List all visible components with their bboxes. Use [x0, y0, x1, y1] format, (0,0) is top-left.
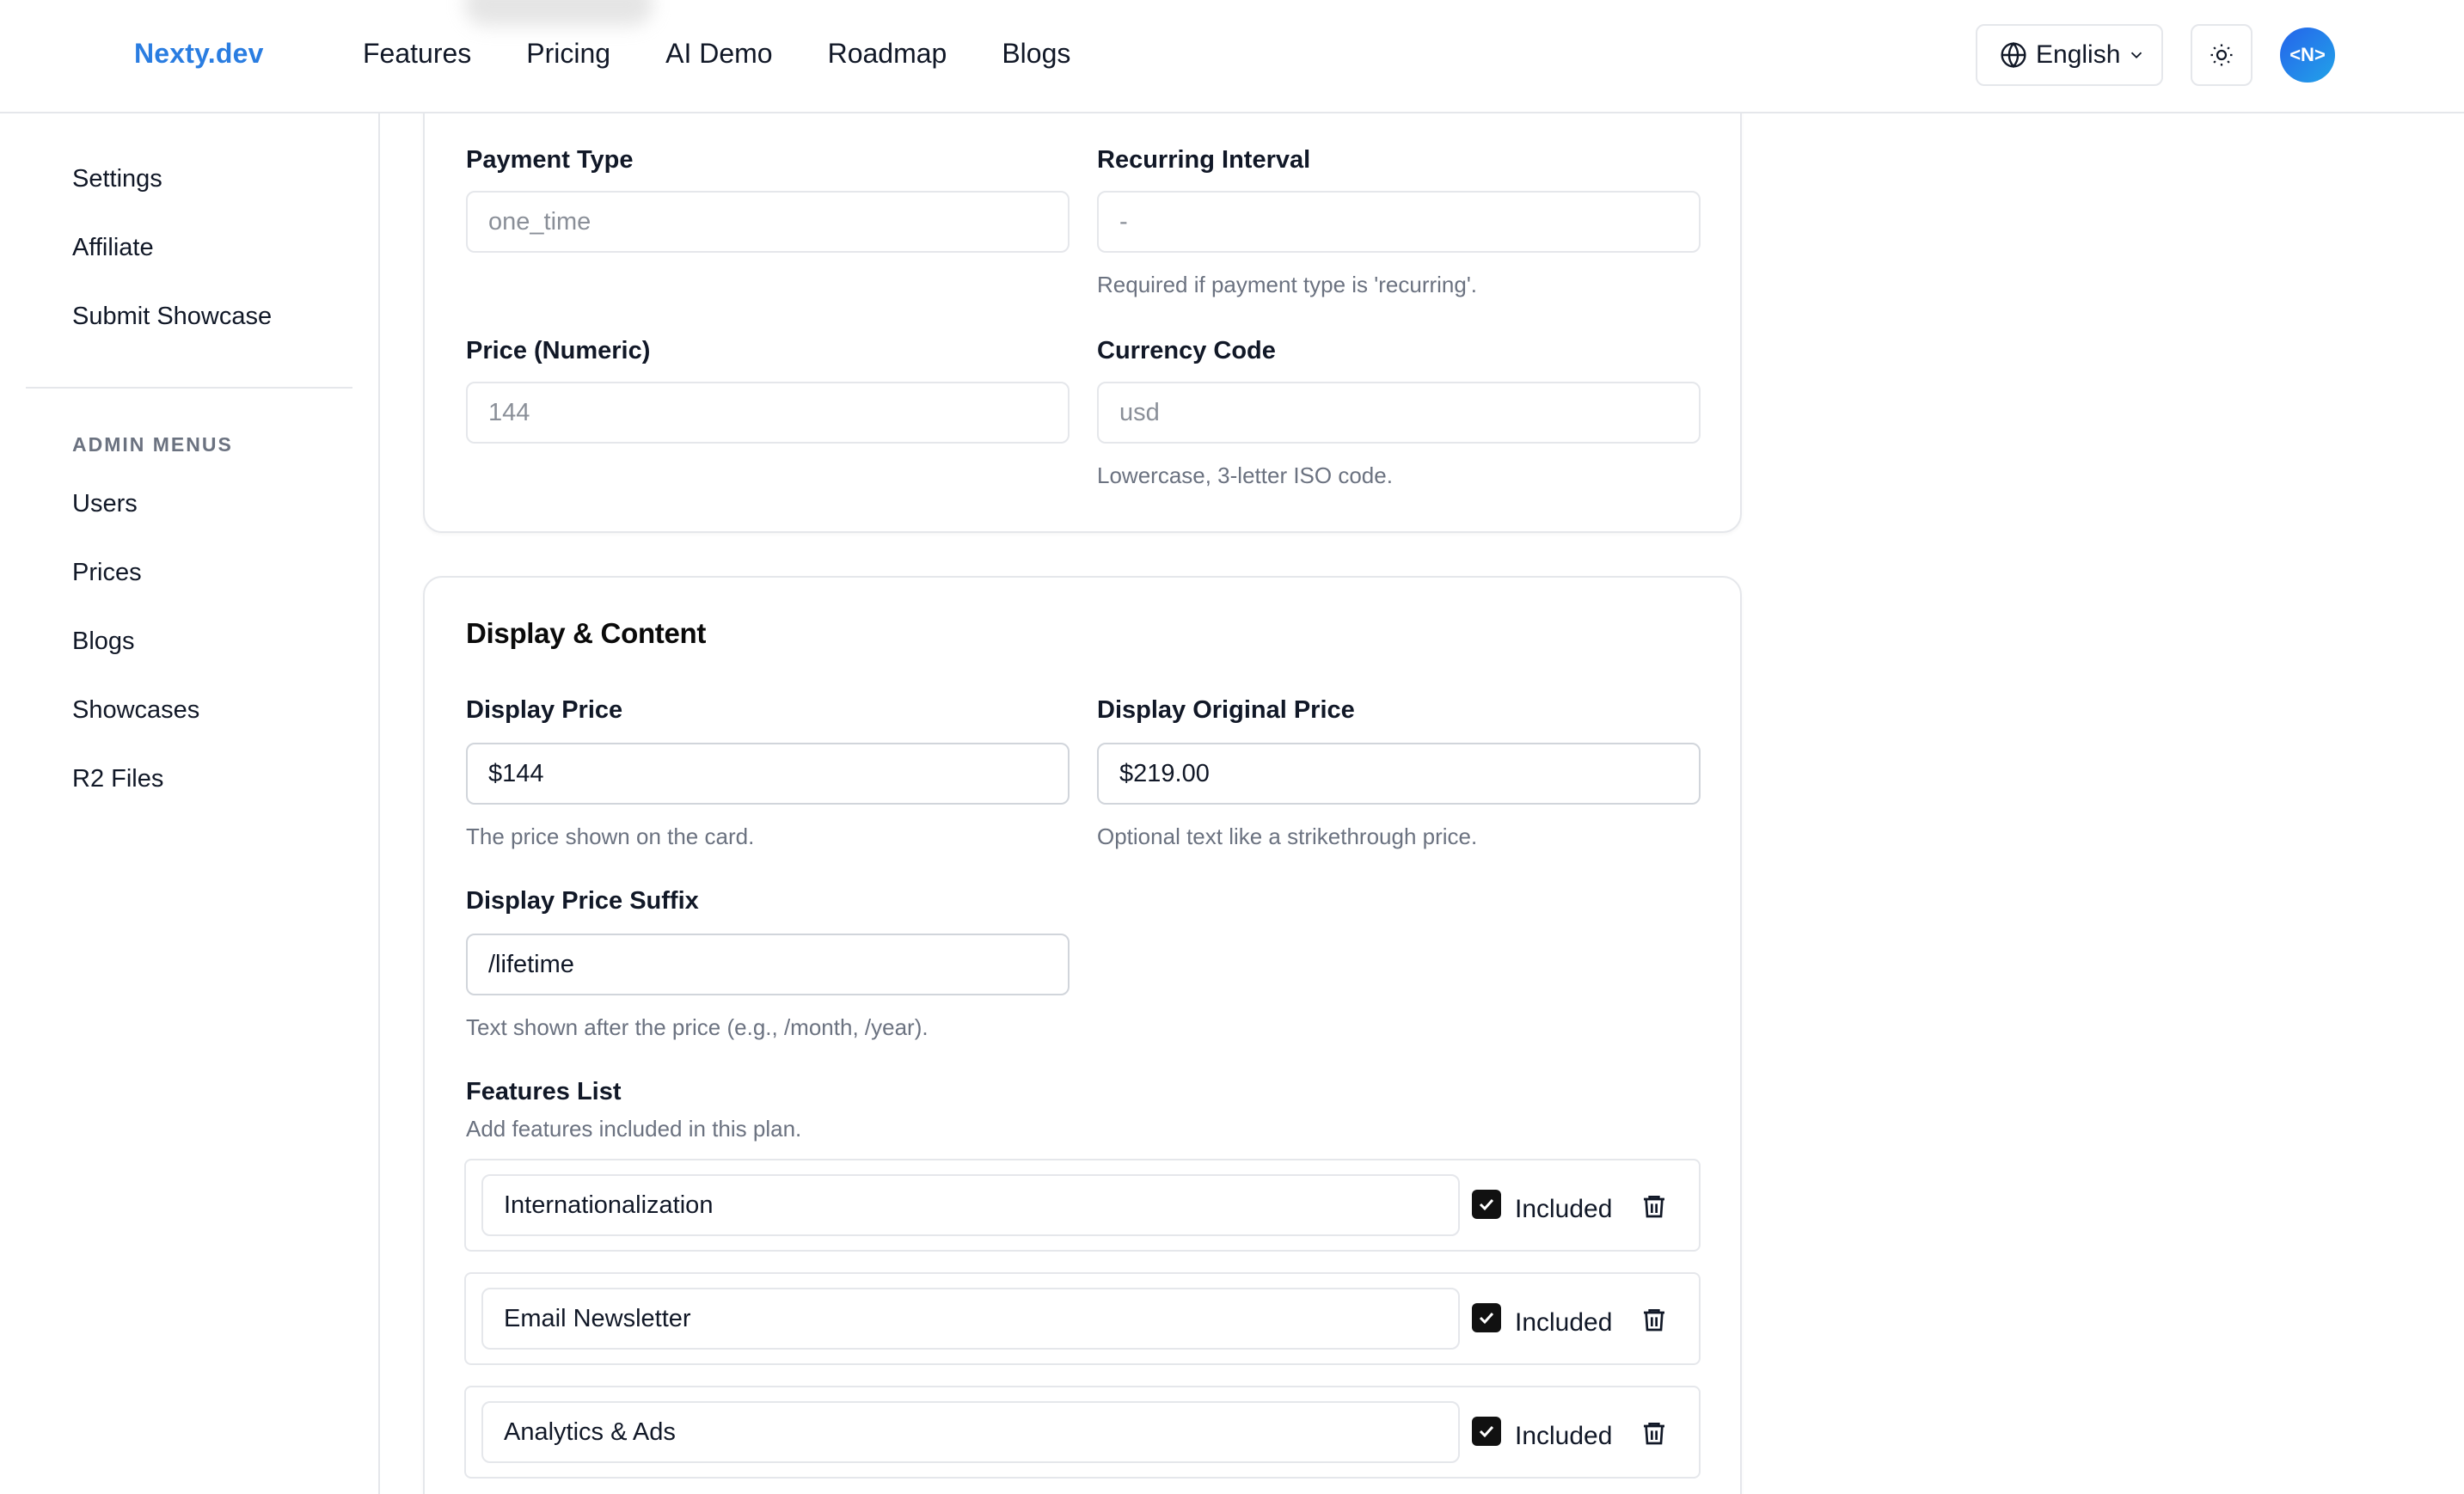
sidebar: Settings Affiliate Submit Showcase ADMIN… — [0, 113, 380, 1494]
trash-icon[interactable] — [1640, 1305, 1668, 1334]
recurring-interval-help: Required if payment type is 'recurring'. — [1097, 272, 1478, 297]
currency-code-input[interactable] — [1097, 382, 1701, 444]
nav-pricing[interactable]: Pricing — [526, 38, 610, 70]
feature-row: Included — [464, 1159, 1701, 1252]
sidebar-item-affiliate[interactable]: Affiliate — [72, 234, 154, 262]
main-nav: Features Pricing AI Demo Roadmap Blogs — [363, 38, 1125, 70]
sidebar-item-submit-showcase[interactable]: Submit Showcase — [72, 303, 272, 331]
check-icon — [1479, 1198, 1494, 1211]
display-price-label: Display Price — [466, 696, 623, 724]
display-original-price-input[interactable] — [1097, 743, 1701, 805]
sidebar-item-settings[interactable]: Settings — [72, 165, 162, 193]
features-list-label: Features List — [466, 1078, 622, 1105]
display-price-suffix-input[interactable] — [466, 934, 1070, 995]
nav-blogs[interactable]: Blogs — [1002, 38, 1070, 70]
sidebar-admin-heading: ADMIN MENUS — [72, 433, 233, 456]
display-original-price-help: Optional text like a strikethrough price… — [1097, 824, 1478, 849]
trash-icon[interactable] — [1640, 1191, 1668, 1221]
feature-included-label: Included — [1515, 1308, 1613, 1337]
trash-icon[interactable] — [1640, 1418, 1668, 1448]
currency-code-label: Currency Code — [1097, 337, 1276, 364]
currency-code-help: Lowercase, 3-letter ISO code. — [1097, 462, 1393, 488]
feature-included-label: Included — [1515, 1422, 1613, 1450]
chevron-down-icon — [2131, 52, 2142, 59]
section-title: Display & Content — [466, 617, 707, 649]
recurring-interval-input[interactable] — [1097, 191, 1701, 253]
payment-type-label: Payment Type — [466, 146, 634, 174]
sidebar-item-prices[interactable]: Prices — [72, 559, 142, 587]
feature-row: Included — [464, 1386, 1701, 1479]
feature-included-checkbox[interactable] — [1472, 1417, 1501, 1446]
sidebar-item-blogs[interactable]: Blogs — [72, 628, 135, 656]
check-icon — [1479, 1425, 1494, 1438]
payment-type-input[interactable] — [466, 191, 1070, 253]
display-price-help: The price shown on the card. — [466, 824, 755, 849]
check-icon — [1479, 1312, 1494, 1325]
blur-artifact — [464, 0, 653, 26]
display-original-price-label: Display Original Price — [1097, 696, 1355, 724]
top-header: Nexty.dev Features Pricing AI Demo Roadm… — [0, 0, 2464, 113]
sidebar-item-r2-files[interactable]: R2 Files — [72, 765, 163, 793]
language-selector[interactable]: English — [1976, 24, 2163, 86]
language-label: English — [2036, 40, 2121, 69]
display-price-suffix-label: Display Price Suffix — [466, 887, 699, 915]
feature-name-input[interactable] — [481, 1401, 1460, 1463]
feature-name-input[interactable] — [481, 1174, 1460, 1236]
avatar[interactable]: <N> — [2280, 28, 2335, 83]
price-label: Price (Numeric) — [466, 337, 651, 364]
price-input[interactable] — [466, 382, 1070, 444]
nav-features[interactable]: Features — [363, 38, 471, 70]
feature-included-checkbox[interactable] — [1472, 1190, 1501, 1219]
recurring-interval-label: Recurring Interval — [1097, 146, 1311, 174]
nav-ai-demo[interactable]: AI Demo — [665, 38, 772, 70]
display-price-input[interactable] — [466, 743, 1070, 805]
sidebar-divider — [26, 387, 352, 389]
feature-name-input[interactable] — [481, 1288, 1460, 1350]
sidebar-item-showcases[interactable]: Showcases — [72, 696, 199, 725]
globe-icon — [2001, 41, 2026, 69]
sidebar-item-users[interactable]: Users — [72, 490, 138, 518]
sun-icon — [2210, 44, 2233, 66]
feature-row: Included — [464, 1272, 1701, 1365]
feature-included-checkbox[interactable] — [1472, 1303, 1501, 1332]
features-list-help: Add features included in this plan. — [466, 1116, 802, 1142]
feature-included-label: Included — [1515, 1195, 1613, 1223]
theme-toggle-button[interactable] — [2191, 24, 2253, 86]
display-price-suffix-help: Text shown after the price (e.g., /month… — [466, 1014, 929, 1040]
payment-card — [423, 69, 1742, 533]
nav-roadmap[interactable]: Roadmap — [828, 38, 947, 70]
brand-logo[interactable]: Nexty.dev — [134, 38, 264, 70]
